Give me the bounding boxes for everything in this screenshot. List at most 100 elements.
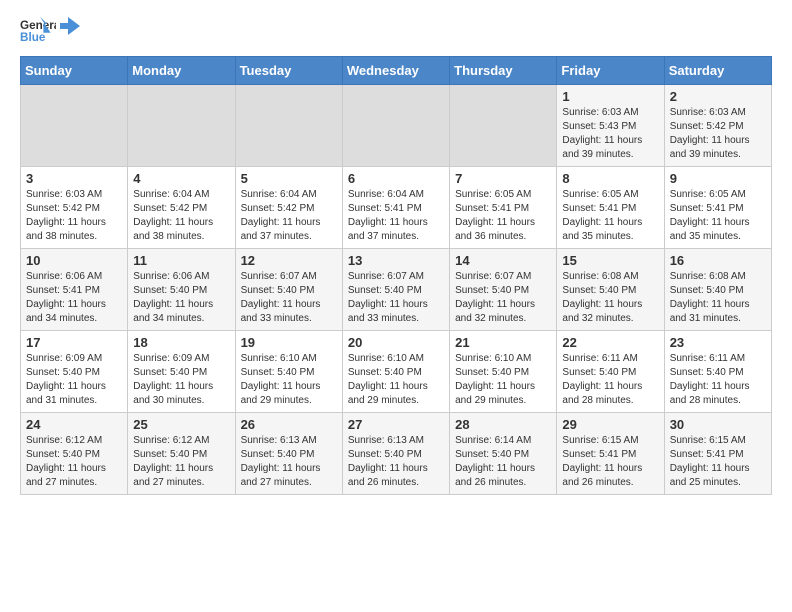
calendar-cell: 10 Sunrise: 6:06 AM Sunset: 5:41 PM Dayli… xyxy=(21,249,128,331)
calendar-table: SundayMondayTuesdayWednesdayThursdayFrid… xyxy=(20,56,772,495)
day-info: Sunrise: 6:08 AM Sunset: 5:40 PM Dayligh… xyxy=(670,270,766,326)
day-info: Sunrise: 6:15 AM Sunset: 5:41 PM Dayligh… xyxy=(562,434,658,490)
day-info: Sunrise: 6:12 AM Sunset: 5:40 PM Dayligh… xyxy=(133,434,229,490)
day-number: 26 xyxy=(241,417,337,432)
calendar-cell: 28 Sunrise: 6:14 AM Sunset: 5:40 PM Dayli… xyxy=(450,413,557,495)
calendar-cell: 4 Sunrise: 6:04 AM Sunset: 5:42 PM Daylig… xyxy=(128,167,235,249)
calendar-cell: 13Sunrise: 6:07 AM Sunset: 5:40 PM Dayli… xyxy=(342,249,449,331)
day-number: 17 xyxy=(26,335,122,350)
day-number: 18 xyxy=(133,335,229,350)
day-info: Sunrise: 6:15 AM Sunset: 5:41 PM Dayligh… xyxy=(670,434,766,490)
day-info: Sunrise: 6:05 AM Sunset: 5:41 PM Dayligh… xyxy=(455,188,551,244)
week-row-3: 10 Sunrise: 6:06 AM Sunset: 5:41 PM Dayli… xyxy=(21,249,772,331)
day-number: 4 xyxy=(133,171,229,186)
day-number: 21 xyxy=(455,335,551,350)
calendar-cell xyxy=(21,85,128,167)
calendar-cell: 27Sunrise: 6:13 AM Sunset: 5:40 PM Dayli… xyxy=(342,413,449,495)
logo-icon: General Blue xyxy=(20,16,56,44)
day-number: 15 xyxy=(562,253,658,268)
weekday-header-row: SundayMondayTuesdayWednesdayThursdayFrid… xyxy=(21,57,772,85)
day-number: 22 xyxy=(562,335,658,350)
day-info: Sunrise: 6:06 AM Sunset: 5:40 PM Dayligh… xyxy=(133,270,229,326)
svg-text:Blue: Blue xyxy=(20,31,46,44)
calendar-cell: 8 Sunrise: 6:05 AM Sunset: 5:41 PM Daylig… xyxy=(557,167,664,249)
header: General Blue xyxy=(20,16,772,44)
logo-arrow-icon xyxy=(60,15,82,37)
day-info: Sunrise: 6:10 AM Sunset: 5:40 PM Dayligh… xyxy=(348,352,444,408)
day-info: Sunrise: 6:03 AM Sunset: 5:42 PM Dayligh… xyxy=(670,106,766,162)
day-info: Sunrise: 6:09 AM Sunset: 5:40 PM Dayligh… xyxy=(133,352,229,408)
day-info: Sunrise: 6:12 AM Sunset: 5:40 PM Dayligh… xyxy=(26,434,122,490)
calendar-cell: 18 Sunrise: 6:09 AM Sunset: 5:40 PM Dayli… xyxy=(128,331,235,413)
calendar-cell: 17 Sunrise: 6:09 AM Sunset: 5:40 PM Dayli… xyxy=(21,331,128,413)
calendar-cell: 23 Sunrise: 6:11 AM Sunset: 5:40 PM Dayli… xyxy=(664,331,771,413)
week-row-5: 24Sunrise: 6:12 AM Sunset: 5:40 PM Dayli… xyxy=(21,413,772,495)
day-number: 29 xyxy=(562,417,658,432)
day-number: 25 xyxy=(133,417,229,432)
day-info: Sunrise: 6:05 AM Sunset: 5:41 PM Dayligh… xyxy=(562,188,658,244)
weekday-tuesday: Tuesday xyxy=(235,57,342,85)
day-number: 20 xyxy=(348,335,444,350)
calendar-cell xyxy=(342,85,449,167)
day-number: 30 xyxy=(670,417,766,432)
day-number: 3 xyxy=(26,171,122,186)
day-number: 16 xyxy=(670,253,766,268)
day-info: Sunrise: 6:11 AM Sunset: 5:40 PM Dayligh… xyxy=(670,352,766,408)
weekday-saturday: Saturday xyxy=(664,57,771,85)
day-info: Sunrise: 6:13 AM Sunset: 5:40 PM Dayligh… xyxy=(348,434,444,490)
calendar-cell xyxy=(235,85,342,167)
day-number: 28 xyxy=(455,417,551,432)
day-info: Sunrise: 6:10 AM Sunset: 5:40 PM Dayligh… xyxy=(241,352,337,408)
calendar-cell: 6 Sunrise: 6:04 AM Sunset: 5:41 PM Daylig… xyxy=(342,167,449,249)
day-number: 1 xyxy=(562,89,658,104)
weekday-thursday: Thursday xyxy=(450,57,557,85)
day-info: Sunrise: 6:03 AM Sunset: 5:42 PM Dayligh… xyxy=(26,188,122,244)
calendar-cell: 30 Sunrise: 6:15 AM Sunset: 5:41 PM Dayli… xyxy=(664,413,771,495)
day-info: Sunrise: 6:08 AM Sunset: 5:40 PM Dayligh… xyxy=(562,270,658,326)
calendar-cell: 16 Sunrise: 6:08 AM Sunset: 5:40 PM Dayli… xyxy=(664,249,771,331)
day-number: 7 xyxy=(455,171,551,186)
calendar-cell: 2 Sunrise: 6:03 AM Sunset: 5:42 PM Daylig… xyxy=(664,85,771,167)
day-info: Sunrise: 6:14 AM Sunset: 5:40 PM Dayligh… xyxy=(455,434,551,490)
calendar-cell: 25 Sunrise: 6:12 AM Sunset: 5:40 PM Dayli… xyxy=(128,413,235,495)
calendar-cell: 20 Sunrise: 6:10 AM Sunset: 5:40 PM Dayli… xyxy=(342,331,449,413)
day-number: 19 xyxy=(241,335,337,350)
day-number: 2 xyxy=(670,89,766,104)
week-row-4: 17 Sunrise: 6:09 AM Sunset: 5:40 PM Dayli… xyxy=(21,331,772,413)
calendar-cell: 19 Sunrise: 6:10 AM Sunset: 5:40 PM Dayli… xyxy=(235,331,342,413)
calendar-cell: 29 Sunrise: 6:15 AM Sunset: 5:41 PM Dayli… xyxy=(557,413,664,495)
weekday-monday: Monday xyxy=(128,57,235,85)
weekday-sunday: Sunday xyxy=(21,57,128,85)
day-number: 9 xyxy=(670,171,766,186)
day-number: 11 xyxy=(133,253,229,268)
day-number: 6 xyxy=(348,171,444,186)
day-info: Sunrise: 6:07 AM Sunset: 5:40 PM Dayligh… xyxy=(241,270,337,326)
day-number: 8 xyxy=(562,171,658,186)
calendar-cell xyxy=(450,85,557,167)
calendar-cell: 11 Sunrise: 6:06 AM Sunset: 5:40 PM Dayli… xyxy=(128,249,235,331)
calendar-cell: 5Sunrise: 6:04 AM Sunset: 5:42 PM Daylig… xyxy=(235,167,342,249)
calendar-cell: 12 Sunrise: 6:07 AM Sunset: 5:40 PM Dayli… xyxy=(235,249,342,331)
calendar-cell xyxy=(128,85,235,167)
day-info: Sunrise: 6:06 AM Sunset: 5:41 PM Dayligh… xyxy=(26,270,122,326)
calendar-cell: 14Sunrise: 6:07 AM Sunset: 5:40 PM Dayli… xyxy=(450,249,557,331)
day-info: Sunrise: 6:09 AM Sunset: 5:40 PM Dayligh… xyxy=(26,352,122,408)
weekday-friday: Friday xyxy=(557,57,664,85)
calendar-cell: 15 Sunrise: 6:08 AM Sunset: 5:40 PM Dayli… xyxy=(557,249,664,331)
calendar-body: 1 Sunrise: 6:03 AM Sunset: 5:43 PM Daylig… xyxy=(21,85,772,495)
day-number: 23 xyxy=(670,335,766,350)
day-number: 12 xyxy=(241,253,337,268)
day-number: 5 xyxy=(241,171,337,186)
calendar-cell: 24Sunrise: 6:12 AM Sunset: 5:40 PM Dayli… xyxy=(21,413,128,495)
calendar-header: SundayMondayTuesdayWednesdayThursdayFrid… xyxy=(21,57,772,85)
day-number: 10 xyxy=(26,253,122,268)
calendar-cell: 26Sunrise: 6:13 AM Sunset: 5:40 PM Dayli… xyxy=(235,413,342,495)
calendar-cell: 22Sunrise: 6:11 AM Sunset: 5:40 PM Dayli… xyxy=(557,331,664,413)
calendar-cell: 7 Sunrise: 6:05 AM Sunset: 5:41 PM Daylig… xyxy=(450,167,557,249)
day-info: Sunrise: 6:04 AM Sunset: 5:41 PM Dayligh… xyxy=(348,188,444,244)
calendar-cell: 3 Sunrise: 6:03 AM Sunset: 5:42 PM Daylig… xyxy=(21,167,128,249)
day-info: Sunrise: 6:03 AM Sunset: 5:43 PM Dayligh… xyxy=(562,106,658,162)
day-info: Sunrise: 6:04 AM Sunset: 5:42 PM Dayligh… xyxy=(133,188,229,244)
calendar-cell: 21Sunrise: 6:10 AM Sunset: 5:40 PM Dayli… xyxy=(450,331,557,413)
day-info: Sunrise: 6:05 AM Sunset: 5:41 PM Dayligh… xyxy=(670,188,766,244)
